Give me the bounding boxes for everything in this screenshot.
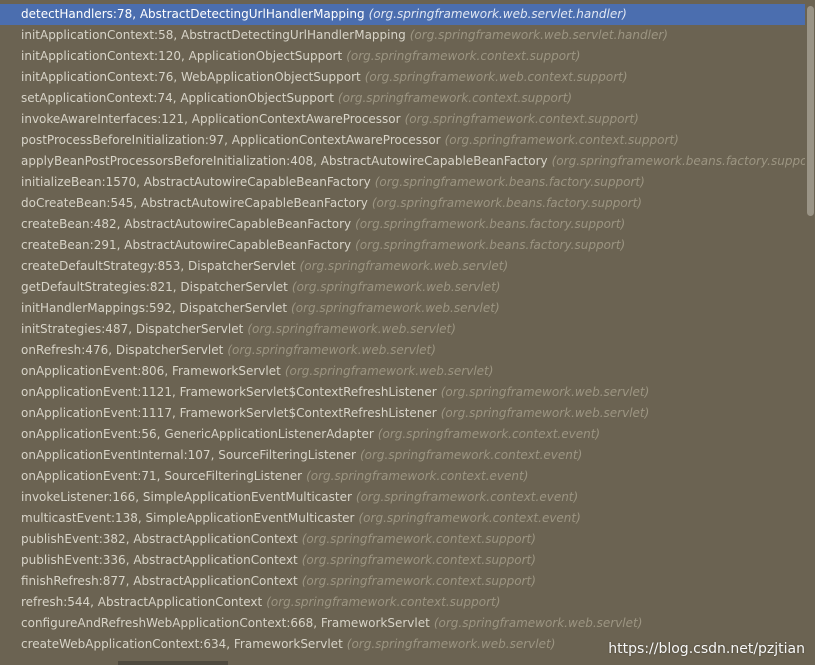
frame-package: (org.springframework.web.servlet.handler… bbox=[368, 7, 627, 21]
stack-frame-row[interactable]: initApplicationContext:58, AbstractDetec… bbox=[0, 25, 805, 46]
frame-package: (org.springframework.context.support) bbox=[444, 133, 679, 147]
frame-package: (org.springframework.context.support) bbox=[266, 595, 501, 609]
frame-method: doCreateBean:545, AbstractAutowireCapabl… bbox=[21, 196, 368, 210]
frame-method: createWebApplicationContext:634, Framewo… bbox=[21, 637, 343, 651]
frame-method: invokeAwareInterfaces:121, ApplicationCo… bbox=[21, 112, 401, 126]
call-stack-panel: detectHandlers:78, AbstractDetectingUrlH… bbox=[0, 0, 815, 665]
frame-package: (org.springframework.context.support) bbox=[337, 91, 573, 105]
frame-package: (org.springframework.context.event) bbox=[306, 469, 529, 483]
stack-frame-row[interactable]: finishRefresh:877, AbstractApplicationCo… bbox=[0, 571, 805, 592]
frame-package: (org.springframework.context.event) bbox=[377, 427, 601, 441]
frame-method: initApplicationContext:120, ApplicationO… bbox=[21, 49, 343, 63]
frame-method: detectHandlers:78, AbstractDetectingUrlH… bbox=[21, 7, 365, 21]
stack-frame-row[interactable]: createBean:482, AbstractAutowireCapableB… bbox=[0, 214, 805, 235]
stack-frame-row[interactable]: initApplicationContext:76, WebApplicatio… bbox=[0, 67, 805, 88]
frame-method: applyBeanPostProcessorsBeforeInitializat… bbox=[21, 154, 548, 168]
stack-frame-row[interactable]: doCreateBean:545, AbstractAutowireCapabl… bbox=[0, 193, 805, 214]
frame-method: postProcessBeforeInitialization:97, Appl… bbox=[21, 133, 441, 147]
stack-frame-row[interactable]: applyBeanPostProcessorsBeforeInitializat… bbox=[0, 151, 805, 172]
frame-method: createBean:482, AbstractAutowireCapableB… bbox=[21, 217, 352, 231]
frame-package: (org.springframework.context.support) bbox=[346, 49, 581, 63]
stack-frame-row[interactable]: initHandlerMappings:592, DispatcherServl… bbox=[0, 298, 805, 319]
stack-frame-row[interactable]: postProcessBeforeInitialization:97, Appl… bbox=[0, 130, 805, 151]
frame-package: (org.springframework.beans.factory.suppo… bbox=[355, 238, 626, 252]
frame-package: (org.springframework.web.servlet) bbox=[227, 343, 436, 357]
vertical-scrollbar[interactable] bbox=[805, 0, 815, 665]
frame-method: initStrategies:487, DispatcherServlet bbox=[21, 322, 244, 336]
stack-frame-row[interactable]: onApplicationEvent:71, SourceFilteringLi… bbox=[0, 466, 805, 487]
frame-package: (org.springframework.context.support) bbox=[301, 553, 536, 567]
stack-frame-row[interactable]: configureAndRefreshWebApplicationContext… bbox=[0, 613, 805, 634]
stack-frame-row[interactable]: onApplicationEvent:1121, FrameworkServle… bbox=[0, 382, 805, 403]
frame-method: onApplicationEvent:1117, FrameworkServle… bbox=[21, 406, 437, 420]
frame-package: (org.springframework.web.servlet) bbox=[284, 364, 494, 378]
frame-package: (org.springframework.web.servlet.handler… bbox=[409, 28, 668, 42]
frame-package: (org.springframework.beans.factory.suppo… bbox=[355, 217, 626, 231]
frame-method: getDefaultStrategies:821, DispatcherServ… bbox=[21, 280, 288, 294]
stack-frame-row[interactable]: onApplicationEvent:56, GenericApplicatio… bbox=[0, 424, 805, 445]
frame-method: invokeListener:166, SimpleApplicationEve… bbox=[21, 490, 352, 504]
frame-method: createBean:291, AbstractAutowireCapableB… bbox=[21, 238, 352, 252]
frame-method: refresh:544, AbstractApplicationContext bbox=[21, 595, 263, 609]
frame-package: (org.springframework.web.servlet) bbox=[346, 637, 556, 651]
frame-package: (org.springframework.context.support) bbox=[301, 574, 536, 588]
vertical-scroll-thumb[interactable] bbox=[807, 6, 814, 216]
frame-package: (org.springframework.web.servlet) bbox=[440, 406, 650, 420]
frame-package: (org.springframework.web.servlet) bbox=[291, 301, 500, 315]
frame-package: (org.springframework.beans.factory.suppo… bbox=[371, 196, 642, 210]
stack-frame-row[interactable]: invokeListener:166, SimpleApplicationEve… bbox=[0, 487, 805, 508]
stack-frame-row[interactable]: createBean:291, AbstractAutowireCapableB… bbox=[0, 235, 805, 256]
stack-frame-row[interactable]: onApplicationEventInternal:107, SourceFi… bbox=[0, 445, 805, 466]
frame-package: (org.springframework.context.event) bbox=[355, 490, 579, 504]
stack-frame-row[interactable]: invokeAwareInterfaces:121, ApplicationCo… bbox=[0, 109, 805, 130]
horizontal-scroll-thumb[interactable] bbox=[118, 661, 228, 665]
frame-package: (org.springframework.web.servlet) bbox=[299, 259, 509, 273]
frame-package: (org.springframework.web.servlet) bbox=[247, 322, 456, 336]
frame-method: initApplicationContext:76, WebApplicatio… bbox=[21, 70, 361, 84]
frame-method: onApplicationEvent:1121, FrameworkServle… bbox=[21, 385, 437, 399]
stack-frames-list: detectHandlers:78, AbstractDetectingUrlH… bbox=[0, 4, 805, 665]
stack-frame-row[interactable]: publishEvent:382, AbstractApplicationCon… bbox=[0, 529, 805, 550]
frame-package: (org.springframework.context.support) bbox=[404, 112, 639, 126]
frame-method: initApplicationContext:58, AbstractDetec… bbox=[21, 28, 406, 42]
frame-method: initHandlerMappings:592, DispatcherServl… bbox=[21, 301, 288, 315]
stack-frame-row[interactable]: onRefresh:476, DispatcherServlet (org.spr… bbox=[0, 340, 805, 361]
frame-package: (org.springframework.web.servlet) bbox=[291, 280, 501, 294]
frame-package: (org.springframework.web.context.support… bbox=[364, 70, 628, 84]
stack-frame-row[interactable]: refresh:544, AbstractApplicationContext(… bbox=[0, 592, 805, 613]
frame-package: (org.springframework.context.event) bbox=[358, 511, 581, 525]
frame-method: publishEvent:336, AbstractApplicationCon… bbox=[21, 553, 298, 567]
frame-method: onApplicationEventInternal:107, SourceFi… bbox=[21, 448, 356, 462]
stack-frame-row[interactable]: onApplicationEvent:806, FrameworkServlet… bbox=[0, 361, 805, 382]
frame-package: (org.springframework.beans.factory.suppo… bbox=[374, 175, 645, 189]
watermark: https://blog.csdn.net/pzjtian bbox=[608, 641, 805, 657]
frame-method: onApplicationEvent:71, SourceFilteringLi… bbox=[21, 469, 303, 483]
stack-frame-row[interactable]: getDefaultStrategies:821, DispatcherServ… bbox=[0, 277, 805, 298]
stack-frame-row[interactable]: createDefaultStrategy:853, DispatcherSer… bbox=[0, 256, 805, 277]
frame-method: initializeBean:1570, AbstractAutowireCap… bbox=[21, 175, 371, 189]
frame-method: setApplicationContext:74, ApplicationObj… bbox=[21, 91, 334, 105]
stack-frame-row[interactable]: multicastEvent:138, SimpleApplicationEve… bbox=[0, 508, 805, 529]
stack-frame-row[interactable]: initApplicationContext:120, ApplicationO… bbox=[0, 46, 805, 67]
frame-method: configureAndRefreshWebApplicationContext… bbox=[21, 616, 430, 630]
frame-package: (org.springframework.beans.factory.suppo… bbox=[551, 154, 805, 168]
frame-method: finishRefresh:877, AbstractApplicationCo… bbox=[21, 574, 298, 588]
frame-package: (org.springframework.web.servlet) bbox=[440, 385, 650, 399]
stack-frame-row[interactable]: initializeBean:1570, AbstractAutowireCap… bbox=[0, 172, 805, 193]
stack-frame-row[interactable]: initStrategies:487, DispatcherServlet (or… bbox=[0, 319, 805, 340]
stack-frame-row[interactable]: setApplicationContext:74, ApplicationObj… bbox=[0, 88, 805, 109]
frame-package: (org.springframework.context.event) bbox=[359, 448, 583, 462]
frame-method: onRefresh:476, DispatcherServlet bbox=[21, 343, 224, 357]
frame-method: multicastEvent:138, SimpleApplicationEve… bbox=[21, 511, 355, 525]
frame-method: onApplicationEvent:806, FrameworkServlet bbox=[21, 364, 281, 378]
frame-package: (org.springframework.web.servlet) bbox=[433, 616, 643, 630]
frame-package: (org.springframework.context.support) bbox=[301, 532, 536, 546]
frame-method: publishEvent:382, AbstractApplicationCon… bbox=[21, 532, 298, 546]
stack-frame-row[interactable]: publishEvent:336, AbstractApplicationCon… bbox=[0, 550, 805, 571]
frame-method: onApplicationEvent:56, GenericApplicatio… bbox=[21, 427, 374, 441]
stack-frame-row[interactable]: onApplicationEvent:1117, FrameworkServle… bbox=[0, 403, 805, 424]
stack-frame-row[interactable]: detectHandlers:78, AbstractDetectingUrlH… bbox=[0, 4, 805, 25]
frame-method: createDefaultStrategy:853, DispatcherSer… bbox=[21, 259, 296, 273]
